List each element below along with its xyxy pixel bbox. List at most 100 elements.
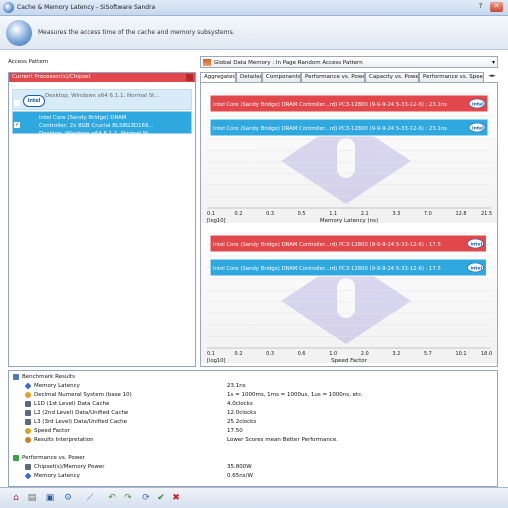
result-row[interactable]: Memory Latency 0.65ns/W [9,472,497,480]
bar-label: Intel Core (Sandy Bridge) DRAM Controlle… [213,266,441,272]
result-row[interactable] [9,445,497,453]
tab-performance-vs-speed[interactable]: Performance vs. Speed [419,72,484,82]
device-list: Current Processor(s)/Chipset intel Deskt… [8,72,196,367]
svg-text:intel: intel [470,242,482,248]
refresh-button[interactable]: ⟳ [140,492,152,504]
star-icon [25,392,31,398]
tab-capacity-vs-power[interactable]: Capacity vs. Power [365,72,419,82]
result-row[interactable]: Benchmark Results [9,373,497,381]
bar-label: Intel Core (Sandy Bridge) DRAM Controlle… [213,126,447,132]
tab-detailed[interactable]: Detailed [236,72,262,82]
access-pattern-select[interactable]: Global Data Memory : In Page Random Acce… [200,56,498,68]
x-axis-label: Speed Factor [331,358,368,364]
tab-scroll-buttons[interactable]: ◄► [486,72,498,82]
star-icon [25,428,31,434]
chip-icon [25,464,31,470]
cache-icon [25,419,31,425]
result-row[interactable]: Speed Factor 17.50 [9,427,497,435]
result-name: Results Interpretation [34,437,94,443]
diamond-icon [24,472,32,480]
result-row[interactable]: Results Interpretation Lower Scores mean … [9,436,497,444]
tick-label: 0.3 [266,211,274,217]
result-row[interactable]: L1D (1st Level) Data Cache 4.0clocks [9,400,497,408]
device-item[interactable]: intel Desktop, Windows x64 6.1.1, Normal… [12,89,192,110]
access-pattern-value: Global Data Memory : In Page Random Acce… [214,60,363,66]
help-button[interactable]: ? [474,2,487,12]
tick-label: 0.2 [235,211,243,217]
report-button[interactable]: ▤ [26,492,38,504]
result-name: Memory Latency [34,473,80,479]
result-name: Speed Factor [34,428,70,434]
title-bar: Cache & Memory Latency - SiSoftware Sand… [0,0,508,16]
charts-svg: Intel Core (Sandy Bridge) DRAM Controlle… [201,83,497,364]
tick-label: 0.6 [298,351,306,357]
result-value: 12.0clocks [227,410,257,416]
tab-performance-vs-power[interactable]: Performance vs. Power [301,72,365,82]
power-icon [13,455,19,461]
ok-button[interactable]: ✔ [155,492,167,504]
tick-label: 1.0 [329,351,337,357]
window-title: Cache & Memory Latency - SiSoftware Sand… [17,4,156,11]
chevron-down-icon[interactable]: ▾ [492,59,495,66]
tick-label: 18.0 [481,351,492,357]
banner-message: Measures the access time of the cache an… [38,29,235,36]
tick-label: 1.1 [329,211,337,217]
save-button[interactable]: ▣ [44,492,56,504]
device-checkbox[interactable]: ✓ [14,122,20,128]
chart-button[interactable]: ⟋ [84,492,96,504]
device-line2: Controller; 2x 8GB Crucial BLS8G3D169... [39,123,154,129]
device-list-header-label: Current Processor(s)/Chipset [12,74,91,80]
tab-components[interactable]: Components [262,72,301,82]
result-name: L1D (1st Level) Data Cache [34,401,110,407]
pattern-icon [203,59,211,66]
result-value: 17.50 [227,428,243,434]
tick-label: 7.0 [424,211,432,217]
result-icon [13,374,19,380]
back-button[interactable]: ↶ [106,492,118,504]
home-button[interactable]: ⌂ [10,492,22,504]
svg-text:intel: intel [472,126,484,132]
tick-label: 2.1 [361,211,369,217]
device-checkbox[interactable] [14,100,20,106]
tick-label: 0.5 [298,211,306,217]
result-name: Memory Latency [34,383,80,389]
latency-chart: Intel Core (Sandy Bridge) DRAM Controlle… [201,83,497,224]
result-name: Decimal Numeral System (base 10) [34,392,132,398]
tick-label: 2.0 [361,351,369,357]
app-icon [3,2,14,13]
result-name: Performance vs. Power [22,455,85,461]
result-name: Chipset(s)/Memory Power [34,464,105,470]
cache-icon [25,410,31,416]
tick-label: 0.2 [235,351,243,357]
tick-label: 10.1 [455,351,466,357]
forward-button[interactable]: ↷ [122,492,134,504]
result-row[interactable]: Decimal Numeral System (base 10) 1s = 100… [9,391,497,399]
result-row[interactable]: L2 (2nd Level) Data/Unified Cache 12.0clo… [9,409,497,417]
collapse-icon[interactable] [186,74,193,81]
results-list: Benchmark Results Memory Latency 23.1ns Dec… [8,370,498,487]
result-row[interactable]: Performance vs. Power [9,454,497,462]
device-item-selected[interactable]: ✓ Intel Core (Sandy Bridge) DRAM Control… [12,111,192,137]
result-row[interactable]: Memory Latency 23.1ns [9,382,497,390]
result-value: 0.65ns/W [227,473,253,479]
tick-label: 3.2 [392,351,400,357]
result-value: 25.2clocks [227,419,257,425]
bar-label: Intel Core (Sandy Bridge) DRAM Controlle… [213,102,447,108]
chart-area: Intel Core (Sandy Bridge) DRAM Controlle… [200,82,498,367]
tab-strip: Aggregated Detailed Components Performan… [200,72,484,83]
svg-text:intel: intel [470,266,482,272]
bottom-toolbar: ⌂ ▤ ▣ ⚙ ⟋ ↶ ↷ ⟳ ✔ ✖ [0,487,508,508]
device-line1: Intel Core (Sandy Bridge) DRAM [39,115,127,121]
device-list-header: Current Processor(s)/Chipset [9,73,195,82]
close-button[interactable]: ✕ [490,2,503,12]
result-row[interactable]: L3 (3rd Level) Data/Unified Cache 25.2clo… [9,418,497,426]
result-row[interactable]: Chipset(s)/Memory Power 35.800W [9,463,497,471]
options-button[interactable]: ⚙ [62,492,74,504]
device-line3: Desktop, Windows x64 6.1.1, Normal St... [39,131,154,137]
tick-label: 5.7 [424,351,432,357]
speed-factor-chart: Intel Core (Sandy Bridge) DRAM Controlle… [201,223,497,364]
result-value: Lower Scores mean Better Performance. [227,437,339,443]
result-value: 35.800W [227,464,252,470]
intel-logo-icon: intel [23,95,45,107]
cancel-button[interactable]: ✖ [170,492,182,504]
